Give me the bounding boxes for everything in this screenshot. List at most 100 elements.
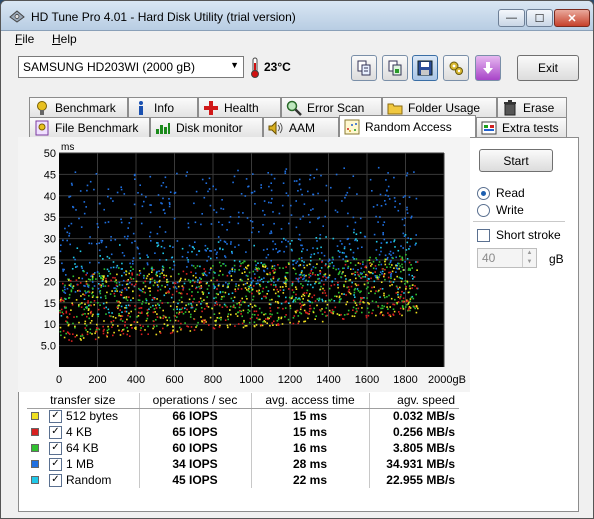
close-button[interactable]: ✕ [554, 9, 590, 27]
speed-cell: 0.032 MB/s [368, 408, 459, 424]
result-row: ✓ 512 bytes 66 IOPS 15 ms 0.032 MB/s [27, 408, 459, 424]
download-button[interactable] [475, 55, 501, 81]
controls-separator [473, 221, 565, 222]
menu-help-accesskey: H [52, 32, 61, 46]
random-access-icon [344, 119, 360, 135]
copy-info-button[interactable] [351, 55, 377, 81]
operations-cell: 66 IOPS [138, 408, 251, 424]
series-color-swatch [31, 412, 39, 421]
short-stroke-label: Short stroke [496, 228, 561, 242]
transfer-size-cell: ✓ 64 KB [27, 440, 139, 456]
access-time-cell: 22 ms [250, 472, 369, 488]
results-header-row: transfer size operations / sec avg. acce… [27, 393, 459, 409]
temperature-value: 23°C [264, 60, 291, 74]
tab-folder-usage[interactable]: Folder Usage [382, 97, 497, 117]
transfer-size-cell: ✓ Random [27, 472, 139, 488]
magnifier-icon [286, 100, 302, 116]
maximize-button[interactable]: ☐ [526, 9, 553, 27]
tab-health[interactable]: Health [198, 97, 281, 117]
menu-help-label: elp [60, 32, 77, 46]
series-checkbox[interactable]: ✓ [49, 425, 62, 439]
options-icon [449, 61, 463, 75]
tab-extra-tests-label: Extra tests [502, 120, 559, 135]
disk-monitor-icon [155, 120, 171, 136]
copy-info-icon [357, 60, 371, 76]
series-color-swatch [31, 460, 39, 468]
result-row: ✓ Random 45 IOPS 22 ms 22.955 MB/s [27, 472, 459, 488]
tab-extra-tests[interactable]: Extra tests [476, 117, 567, 137]
tab-error-scan[interactable]: Error Scan [281, 97, 382, 117]
save-button[interactable] [412, 55, 438, 81]
copy-screenshot-button[interactable] [382, 55, 408, 81]
short-stroke-size-input[interactable]: 40 ▲ ▼ [477, 248, 537, 268]
tab-erase[interactable]: Erase [497, 97, 567, 117]
series-checkbox[interactable]: ✓ [49, 409, 62, 423]
access-time-cell: 15 ms [250, 424, 369, 440]
options-button[interactable] [443, 55, 469, 81]
trash-icon [502, 99, 518, 116]
operations-cell: 65 IOPS [138, 424, 251, 440]
tab-disk-monitor[interactable]: Disk monitor [150, 117, 263, 137]
tab-info[interactable]: Info [128, 97, 198, 117]
tab-aam-label: AAM [289, 120, 316, 135]
transfer-size-cell: ✓ 512 bytes [27, 408, 139, 424]
tab-random-access-label: Random Access [365, 119, 452, 134]
tab-file-benchmark-label: File Benchmark [55, 120, 139, 135]
write-radio-dot [477, 203, 490, 217]
short-stroke-checkbox[interactable]: Short stroke [477, 228, 561, 242]
write-radio-label: Write [496, 203, 524, 217]
exit-button[interactable]: Exit [517, 55, 579, 81]
access-time-cell: 16 ms [250, 440, 369, 456]
result-row: ✓ 64 KB 60 IOPS 16 ms 3.805 MB/s [27, 440, 459, 456]
access-time-cell: 28 ms [250, 456, 369, 472]
results-body: ✓ 512 bytes 66 IOPS 15 ms 0.032 MB/s ✓ 4 KB 65 … [27, 408, 459, 488]
tab-file-benchmark[interactable]: File Benchmark [29, 117, 150, 137]
series-color-swatch [31, 444, 39, 452]
speaker-icon [268, 120, 284, 136]
col-operations: operations / sec [138, 393, 251, 409]
minimize-button[interactable]: — [498, 9, 525, 27]
speed-cell: 3.805 MB/s [368, 440, 459, 456]
transfer-size-cell: ✓ 1 MB [27, 456, 139, 472]
result-row: ✓ 4 KB 65 IOPS 15 ms 0.256 MB/s [27, 424, 459, 440]
menu-bar: File Help [1, 31, 593, 49]
transfer-size-label: 4 KB [66, 425, 93, 439]
col-access-time: avg. access time [250, 393, 369, 409]
tab-random-access[interactable]: Random Access [339, 115, 476, 137]
transfer-size-label: 512 bytes [66, 409, 119, 424]
write-radio[interactable]: Write [477, 203, 524, 217]
benchmark-icon [34, 100, 50, 116]
menu-help[interactable]: Help [52, 32, 77, 46]
tab-disk-monitor-label: Disk monitor [176, 120, 243, 135]
app-disk-icon [9, 10, 25, 23]
toolbar: SAMSUNG HD203WI (2000 gB) ▼ 23°C Exit [1, 49, 593, 91]
download-arrow-icon [483, 62, 493, 74]
series-checkbox[interactable]: ✓ [49, 457, 62, 471]
series-checkbox[interactable]: ✓ [49, 441, 62, 455]
result-row: ✓ 1 MB 34 IOPS 28 ms 34.931 MB/s [27, 456, 459, 472]
copy-screenshot-icon [388, 60, 402, 76]
read-radio-dot [477, 186, 490, 200]
tab-folder-usage-label: Folder Usage [408, 100, 481, 115]
tab-benchmark[interactable]: Benchmark [29, 97, 128, 117]
main-window: HD Tune Pro 4.01 - Hard Disk Utility (tr… [0, 0, 594, 519]
series-color-swatch [31, 476, 39, 484]
results-table: transfer size operations / sec avg. acce… [27, 393, 459, 488]
start-button[interactable]: Start [479, 149, 553, 172]
info-icon [133, 100, 149, 116]
tab-aam[interactable]: AAM [263, 117, 339, 137]
speed-cell: 22.955 MB/s [368, 472, 459, 488]
tab-error-scan-label: Error Scan [307, 100, 365, 115]
spinner-arrows-icon[interactable]: ▲ ▼ [522, 249, 536, 267]
operations-cell: 45 IOPS [138, 472, 251, 488]
operations-cell: 60 IOPS [138, 440, 251, 456]
menu-file[interactable]: File [15, 32, 34, 46]
read-radio[interactable]: Read [477, 186, 525, 200]
tab-erase-label: Erase [523, 100, 555, 115]
speed-cell: 34.931 MB/s [368, 456, 459, 472]
series-checkbox[interactable]: ✓ [49, 473, 62, 487]
file-benchmark-icon [34, 120, 50, 136]
transfer-size-label: 1 MB [66, 457, 95, 471]
transfer-size-cell: ✓ 4 KB [27, 424, 139, 440]
drive-select[interactable]: SAMSUNG HD203WI (2000 gB) ▼ [18, 56, 244, 78]
